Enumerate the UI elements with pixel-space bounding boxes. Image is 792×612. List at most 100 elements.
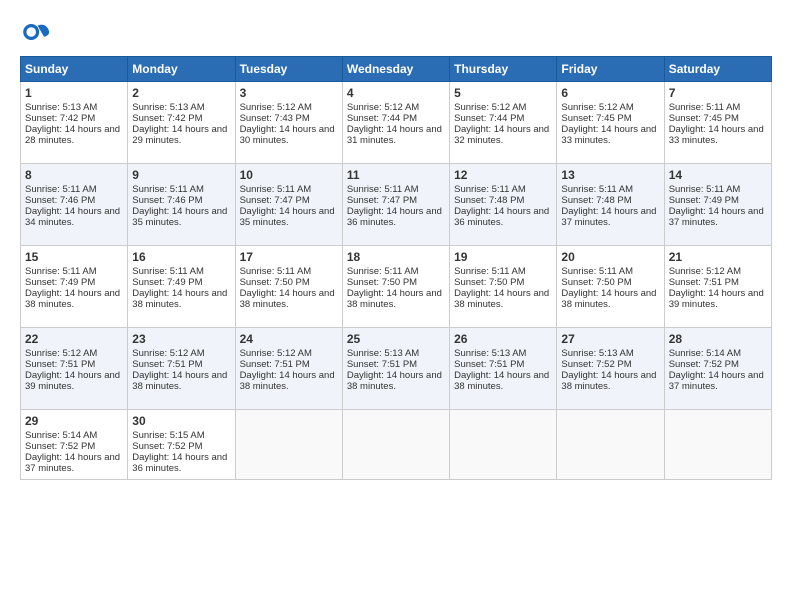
calendar-cell: 30Sunrise: 5:15 AMSunset: 7:52 PMDayligh… [128, 410, 235, 480]
sunrise-label: Sunrise: 5:11 AM [25, 266, 97, 277]
day-number: 26 [454, 332, 552, 346]
daylight-label: Daylight: 14 hours and 38 minutes. [347, 288, 442, 310]
day-number: 28 [669, 332, 767, 346]
day-number: 11 [347, 168, 445, 182]
sunrise-label: Sunrise: 5:13 AM [454, 348, 526, 359]
sunset-label: Sunset: 7:50 PM [454, 277, 524, 288]
day-number: 16 [132, 250, 230, 264]
day-number: 15 [25, 250, 123, 264]
calendar-cell: 11Sunrise: 5:11 AMSunset: 7:47 PMDayligh… [342, 164, 449, 246]
sunset-label: Sunset: 7:47 PM [240, 195, 310, 206]
calendar-cell: 29Sunrise: 5:14 AMSunset: 7:52 PMDayligh… [21, 410, 128, 480]
day-number: 22 [25, 332, 123, 346]
sunset-label: Sunset: 7:48 PM [561, 195, 631, 206]
daylight-label: Daylight: 14 hours and 35 minutes. [132, 206, 227, 228]
daylight-label: Daylight: 14 hours and 33 minutes. [561, 124, 656, 146]
calendar-cell: 19Sunrise: 5:11 AMSunset: 7:50 PMDayligh… [450, 246, 557, 328]
sunrise-label: Sunrise: 5:14 AM [669, 348, 741, 359]
day-number: 12 [454, 168, 552, 182]
calendar-cell [450, 410, 557, 480]
calendar-cell: 23Sunrise: 5:12 AMSunset: 7:51 PMDayligh… [128, 328, 235, 410]
calendar-week-3: 15Sunrise: 5:11 AMSunset: 7:49 PMDayligh… [21, 246, 772, 328]
sunrise-label: Sunrise: 5:11 AM [669, 184, 741, 195]
daylight-label: Daylight: 14 hours and 37 minutes. [561, 206, 656, 228]
daylight-label: Daylight: 14 hours and 38 minutes. [132, 288, 227, 310]
sunrise-label: Sunrise: 5:12 AM [347, 102, 419, 113]
sunrise-label: Sunrise: 5:11 AM [240, 184, 312, 195]
day-number: 5 [454, 86, 552, 100]
sunset-label: Sunset: 7:52 PM [561, 359, 631, 370]
day-number: 1 [25, 86, 123, 100]
daylight-label: Daylight: 14 hours and 38 minutes. [454, 370, 549, 392]
calendar-week-2: 8Sunrise: 5:11 AMSunset: 7:46 PMDaylight… [21, 164, 772, 246]
calendar-cell: 16Sunrise: 5:11 AMSunset: 7:49 PMDayligh… [128, 246, 235, 328]
sunset-label: Sunset: 7:50 PM [240, 277, 310, 288]
page: SundayMondayTuesdayWednesdayThursdayFrid… [0, 0, 792, 612]
sunrise-label: Sunrise: 5:12 AM [669, 266, 741, 277]
sunrise-label: Sunrise: 5:11 AM [561, 266, 633, 277]
sunset-label: Sunset: 7:51 PM [454, 359, 524, 370]
sunrise-label: Sunrise: 5:12 AM [25, 348, 97, 359]
calendar-cell: 6Sunrise: 5:12 AMSunset: 7:45 PMDaylight… [557, 82, 664, 164]
day-number: 10 [240, 168, 338, 182]
day-number: 7 [669, 86, 767, 100]
daylight-label: Daylight: 14 hours and 39 minutes. [669, 288, 764, 310]
day-number: 21 [669, 250, 767, 264]
sunset-label: Sunset: 7:50 PM [347, 277, 417, 288]
calendar-header-saturday: Saturday [664, 57, 771, 82]
sunset-label: Sunset: 7:49 PM [669, 195, 739, 206]
day-number: 20 [561, 250, 659, 264]
calendar-cell: 4Sunrise: 5:12 AMSunset: 7:44 PMDaylight… [342, 82, 449, 164]
calendar-week-1: 1Sunrise: 5:13 AMSunset: 7:42 PMDaylight… [21, 82, 772, 164]
day-number: 24 [240, 332, 338, 346]
sunset-label: Sunset: 7:52 PM [669, 359, 739, 370]
sunset-label: Sunset: 7:46 PM [25, 195, 95, 206]
daylight-label: Daylight: 14 hours and 38 minutes. [561, 370, 656, 392]
day-number: 29 [25, 414, 123, 428]
sunrise-label: Sunrise: 5:13 AM [25, 102, 97, 113]
calendar-cell: 7Sunrise: 5:11 AMSunset: 7:45 PMDaylight… [664, 82, 771, 164]
daylight-label: Daylight: 14 hours and 38 minutes. [454, 288, 549, 310]
sunset-label: Sunset: 7:51 PM [347, 359, 417, 370]
logo-icon [20, 16, 52, 48]
calendar-cell: 21Sunrise: 5:12 AMSunset: 7:51 PMDayligh… [664, 246, 771, 328]
calendar-header-monday: Monday [128, 57, 235, 82]
sunset-label: Sunset: 7:45 PM [669, 113, 739, 124]
sunset-label: Sunset: 7:51 PM [240, 359, 310, 370]
sunset-label: Sunset: 7:45 PM [561, 113, 631, 124]
day-number: 13 [561, 168, 659, 182]
sunrise-label: Sunrise: 5:15 AM [132, 430, 204, 441]
calendar-cell [342, 410, 449, 480]
sunrise-label: Sunrise: 5:11 AM [132, 184, 204, 195]
calendar-cell: 27Sunrise: 5:13 AMSunset: 7:52 PMDayligh… [557, 328, 664, 410]
day-number: 2 [132, 86, 230, 100]
daylight-label: Daylight: 14 hours and 32 minutes. [454, 124, 549, 146]
daylight-label: Daylight: 14 hours and 38 minutes. [240, 288, 335, 310]
sunrise-label: Sunrise: 5:11 AM [454, 266, 526, 277]
sunset-label: Sunset: 7:44 PM [454, 113, 524, 124]
daylight-label: Daylight: 14 hours and 37 minutes. [25, 452, 120, 474]
calendar-cell: 14Sunrise: 5:11 AMSunset: 7:49 PMDayligh… [664, 164, 771, 246]
sunrise-label: Sunrise: 5:11 AM [25, 184, 97, 195]
sunset-label: Sunset: 7:44 PM [347, 113, 417, 124]
calendar-cell: 26 Sunrise: 5:13 AMSunset: 7:51 PMDayligh… [450, 328, 557, 410]
calendar-cell: 8Sunrise: 5:11 AMSunset: 7:46 PMDaylight… [21, 164, 128, 246]
day-number: 3 [240, 86, 338, 100]
daylight-label: Daylight: 14 hours and 30 minutes. [240, 124, 335, 146]
calendar-header-row: SundayMondayTuesdayWednesdayThursdayFrid… [21, 57, 772, 82]
sunrise-label: Sunrise: 5:11 AM [454, 184, 526, 195]
day-number: 17 [240, 250, 338, 264]
sunrise-label: Sunrise: 5:12 AM [240, 348, 312, 359]
calendar-cell: 12Sunrise: 5:11 AMSunset: 7:48 PMDayligh… [450, 164, 557, 246]
day-number: 30 [132, 414, 230, 428]
daylight-label: Daylight: 14 hours and 36 minutes. [454, 206, 549, 228]
calendar-cell: 22Sunrise: 5:12 AMSunset: 7:51 PMDayligh… [21, 328, 128, 410]
calendar-cell: 17Sunrise: 5:11 AMSunset: 7:50 PMDayligh… [235, 246, 342, 328]
daylight-label: Daylight: 14 hours and 29 minutes. [132, 124, 227, 146]
sunrise-label: Sunrise: 5:12 AM [132, 348, 204, 359]
day-number: 27 [561, 332, 659, 346]
calendar-cell: 9Sunrise: 5:11 AMSunset: 7:46 PMDaylight… [128, 164, 235, 246]
calendar-cell: 25Sunrise: 5:13 AMSunset: 7:51 PMDayligh… [342, 328, 449, 410]
calendar-cell: 3Sunrise: 5:12 AMSunset: 7:43 PMDaylight… [235, 82, 342, 164]
calendar-table: SundayMondayTuesdayWednesdayThursdayFrid… [20, 56, 772, 480]
